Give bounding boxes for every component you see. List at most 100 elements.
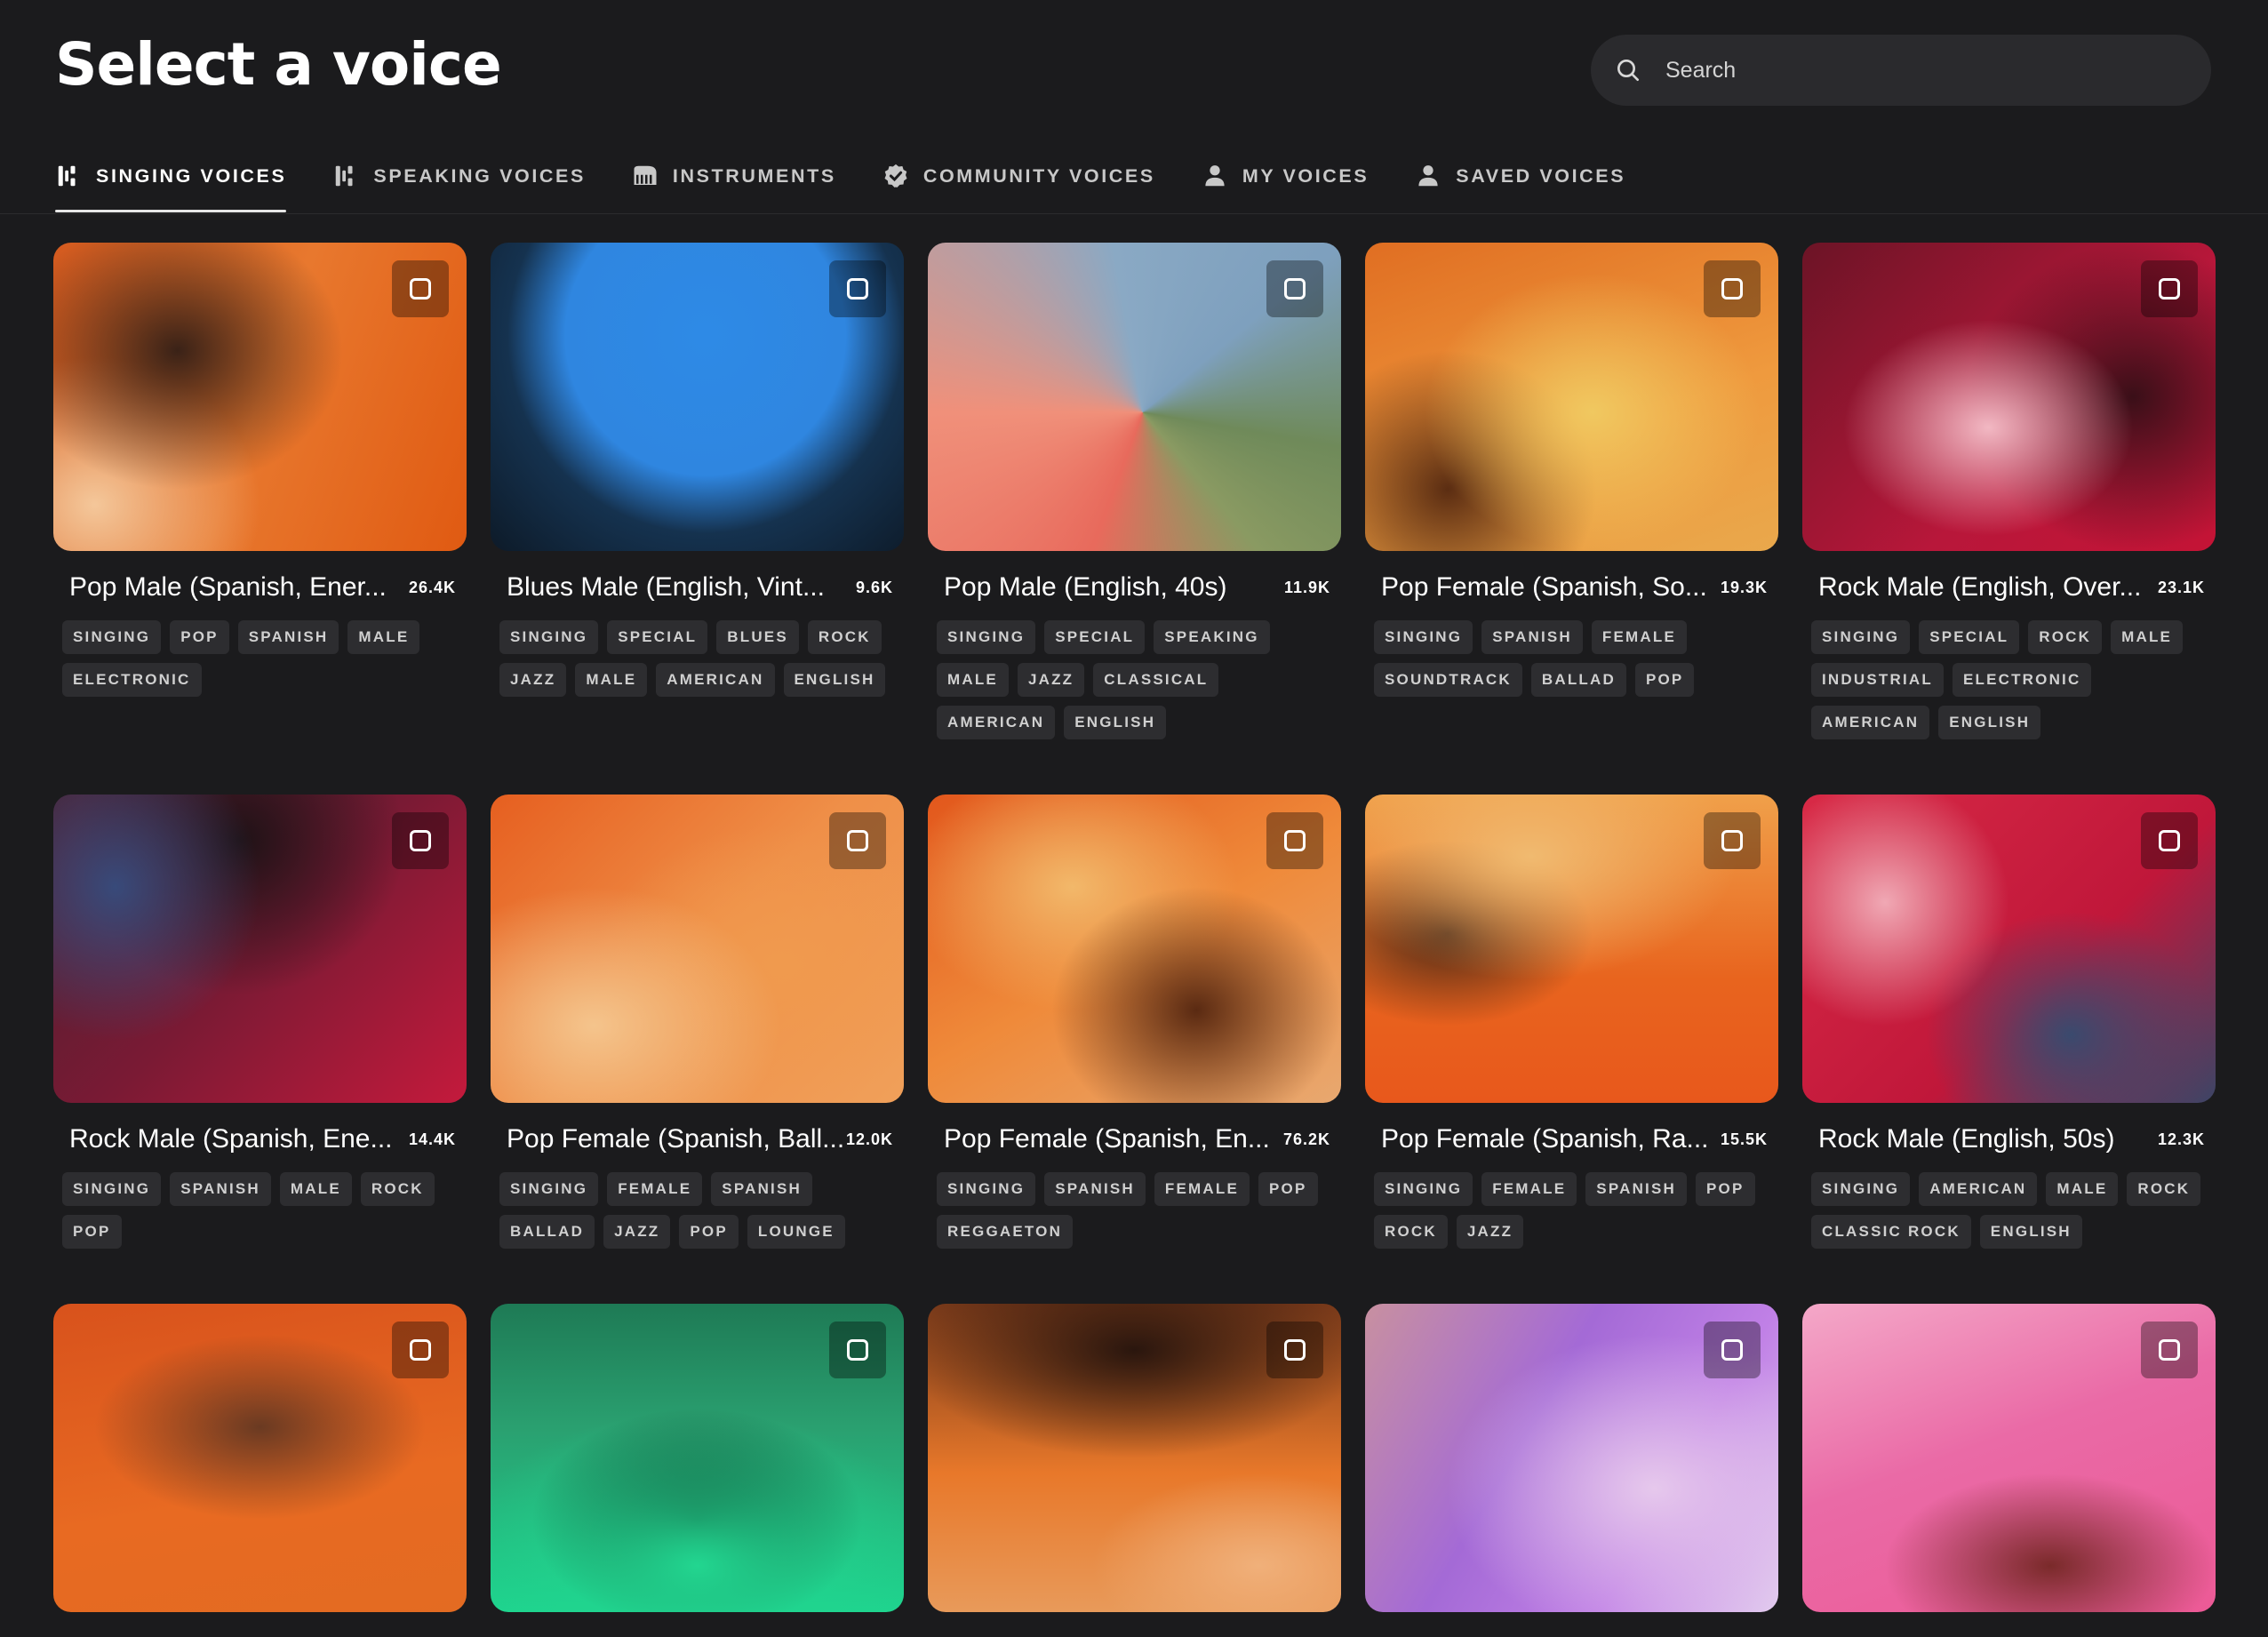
tag-chip[interactable]: POP — [1634, 663, 1695, 697]
tab-my-voices[interactable]: MY VOICES — [1202, 155, 1369, 197]
voice-artwork[interactable] — [1802, 1304, 2216, 1612]
voice-artwork[interactable] — [1802, 243, 2216, 551]
tag-chip[interactable]: SINGING — [1811, 620, 1911, 654]
select-checkbox[interactable] — [392, 260, 449, 317]
voice-card[interactable]: Blues Male (English, Vint... 9.6K SINGING S… — [491, 243, 904, 697]
tab-community-voices[interactable]: COMMUNITY VOICES — [882, 155, 1155, 197]
tag-chip[interactable]: ENGLISH — [783, 663, 886, 697]
tag-chip[interactable]: CLASSIC ROCK — [1811, 1215, 1971, 1249]
tag-chip[interactable]: ENGLISH — [1064, 706, 1167, 739]
tag-chip[interactable]: ROCK — [807, 620, 882, 654]
voice-card[interactable] — [491, 1304, 904, 1612]
tag-chip[interactable]: SINGING — [1811, 1172, 1911, 1206]
tag-chip[interactable]: ELECTRONIC — [1952, 663, 2092, 697]
select-checkbox[interactable] — [1266, 812, 1323, 869]
tag-chip[interactable]: INDUSTRIAL — [1811, 663, 1944, 697]
voice-title[interactable]: Pop Male (Spanish, Ener... — [69, 572, 387, 603]
voice-card[interactable]: Rock Male (English, Over... 23.1K SINGING S… — [1802, 243, 2216, 739]
tag-chip[interactable]: POP — [679, 1215, 739, 1249]
tag-chip[interactable]: SINGING — [1374, 1172, 1473, 1206]
tag-chip[interactable]: SPECIAL — [1919, 620, 2020, 654]
voice-card[interactable] — [1365, 1304, 1778, 1612]
tag-chip[interactable]: CLASSICAL — [1093, 663, 1219, 697]
tag-chip[interactable]: SPECIAL — [607, 620, 708, 654]
voice-card[interactable] — [1802, 1304, 2216, 1612]
voice-title[interactable]: Rock Male (English, Over... — [1818, 572, 2141, 603]
tag-chip[interactable]: ROCK — [2028, 620, 2103, 654]
select-checkbox[interactable] — [392, 1322, 449, 1378]
tag-chip[interactable]: ROCK — [1374, 1215, 1448, 1249]
select-checkbox[interactable] — [1704, 812, 1761, 869]
voice-card[interactable]: Pop Female (Spanish, So... 19.3K SINGING SP… — [1365, 243, 1778, 697]
tag-chip[interactable]: FEMALE — [1591, 620, 1687, 654]
tag-chip[interactable]: ENGLISH — [1938, 706, 2041, 739]
voice-card[interactable]: Rock Male (Spanish, Ene... 14.4K SINGING SP… — [53, 795, 467, 1249]
select-checkbox[interactable] — [2141, 1322, 2198, 1378]
tag-chip[interactable]: FEMALE — [607, 1172, 703, 1206]
tag-chip[interactable]: AMERICAN — [656, 663, 775, 697]
tag-chip[interactable]: SPANISH — [1481, 620, 1583, 654]
voice-artwork[interactable] — [53, 795, 467, 1103]
voice-card[interactable]: Pop Male (Spanish, Ener... 26.4K SINGING PO… — [53, 243, 467, 697]
tag-chip[interactable]: ELECTRONIC — [62, 663, 202, 697]
select-checkbox[interactable] — [829, 260, 886, 317]
voice-artwork[interactable] — [491, 795, 904, 1103]
voice-artwork[interactable] — [491, 243, 904, 551]
voice-card[interactable] — [928, 1304, 1341, 1612]
voice-artwork[interactable] — [491, 1304, 904, 1612]
tag-chip[interactable]: SPECIAL — [1044, 620, 1146, 654]
voice-title[interactable]: Pop Female (Spanish, Ball... — [507, 1124, 844, 1154]
tag-chip[interactable]: BLUES — [716, 620, 799, 654]
voice-title[interactable]: Rock Male (Spanish, Ene... — [69, 1124, 393, 1154]
voice-card[interactable]: Pop Male (English, 40s) 11.9K SINGING SPECI… — [928, 243, 1341, 739]
tag-chip[interactable]: POP — [1696, 1172, 1755, 1206]
tag-chip[interactable]: MALE — [575, 663, 648, 697]
tag-chip[interactable]: SPANISH — [1585, 1172, 1687, 1206]
voice-artwork[interactable] — [928, 243, 1341, 551]
voice-artwork[interactable] — [1365, 1304, 1778, 1612]
voice-artwork[interactable] — [53, 243, 467, 551]
tag-chip[interactable]: BALLAD — [499, 1215, 595, 1249]
tag-chip[interactable]: POP — [1258, 1172, 1318, 1206]
select-checkbox[interactable] — [1704, 1322, 1761, 1378]
tab-instruments[interactable]: INSTRUMENTS — [632, 155, 836, 197]
tag-chip[interactable]: JAZZ — [1456, 1215, 1524, 1249]
select-checkbox[interactable] — [2141, 812, 2198, 869]
tab-speaking-voices[interactable]: SPEAKING VOICES — [332, 155, 586, 197]
search-input[interactable] — [1664, 56, 2165, 84]
voice-artwork[interactable] — [928, 795, 1341, 1103]
search-bar[interactable] — [1591, 35, 2211, 106]
tag-chip[interactable]: MALE — [279, 1172, 352, 1206]
tag-chip[interactable]: MALE — [347, 620, 420, 654]
tag-chip[interactable]: BALLAD — [1530, 663, 1626, 697]
tag-chip[interactable]: FEMALE — [1154, 1172, 1250, 1206]
voice-artwork[interactable] — [928, 1304, 1341, 1612]
tag-chip[interactable]: ENGLISH — [1979, 1215, 2082, 1249]
tag-chip[interactable]: SOUNDTRACK — [1374, 663, 1522, 697]
voice-artwork[interactable] — [1365, 795, 1778, 1103]
voice-card[interactable] — [53, 1304, 467, 1612]
tag-chip[interactable]: SINGING — [62, 1172, 162, 1206]
select-checkbox[interactable] — [2141, 260, 2198, 317]
voice-title[interactable]: Pop Male (English, 40s) — [944, 572, 1227, 603]
tag-chip[interactable]: LOUNGE — [747, 1215, 845, 1249]
tag-chip[interactable]: AMERICAN — [937, 706, 1056, 739]
tag-chip[interactable]: SPANISH — [237, 620, 339, 654]
tag-chip[interactable]: AMERICAN — [1811, 706, 1930, 739]
tag-chip[interactable]: SPEAKING — [1154, 620, 1270, 654]
voice-card[interactable]: Rock Male (English, 50s) 12.3K SINGING AMER… — [1802, 795, 2216, 1249]
tag-chip[interactable]: SINGING — [499, 620, 599, 654]
voice-title[interactable]: Rock Male (English, 50s) — [1818, 1124, 2114, 1154]
voice-card[interactable]: Pop Female (Spanish, En... 76.2K SINGING SP… — [928, 795, 1341, 1249]
tag-chip[interactable]: SINGING — [937, 1172, 1036, 1206]
tag-chip[interactable]: MALE — [2111, 620, 2184, 654]
select-checkbox[interactable] — [829, 812, 886, 869]
tag-chip[interactable]: SINGING — [62, 620, 162, 654]
voice-title[interactable]: Pop Female (Spanish, En... — [944, 1124, 1270, 1154]
voice-card[interactable]: Pop Female (Spanish, Ball... 12.0K SINGING… — [491, 795, 904, 1249]
select-checkbox[interactable] — [829, 1322, 886, 1378]
voice-title[interactable]: Pop Female (Spanish, Ra... — [1381, 1124, 1709, 1154]
tag-chip[interactable]: ROCK — [2127, 1172, 2201, 1206]
voice-artwork[interactable] — [1365, 243, 1778, 551]
tag-chip[interactable]: POP — [170, 620, 229, 654]
